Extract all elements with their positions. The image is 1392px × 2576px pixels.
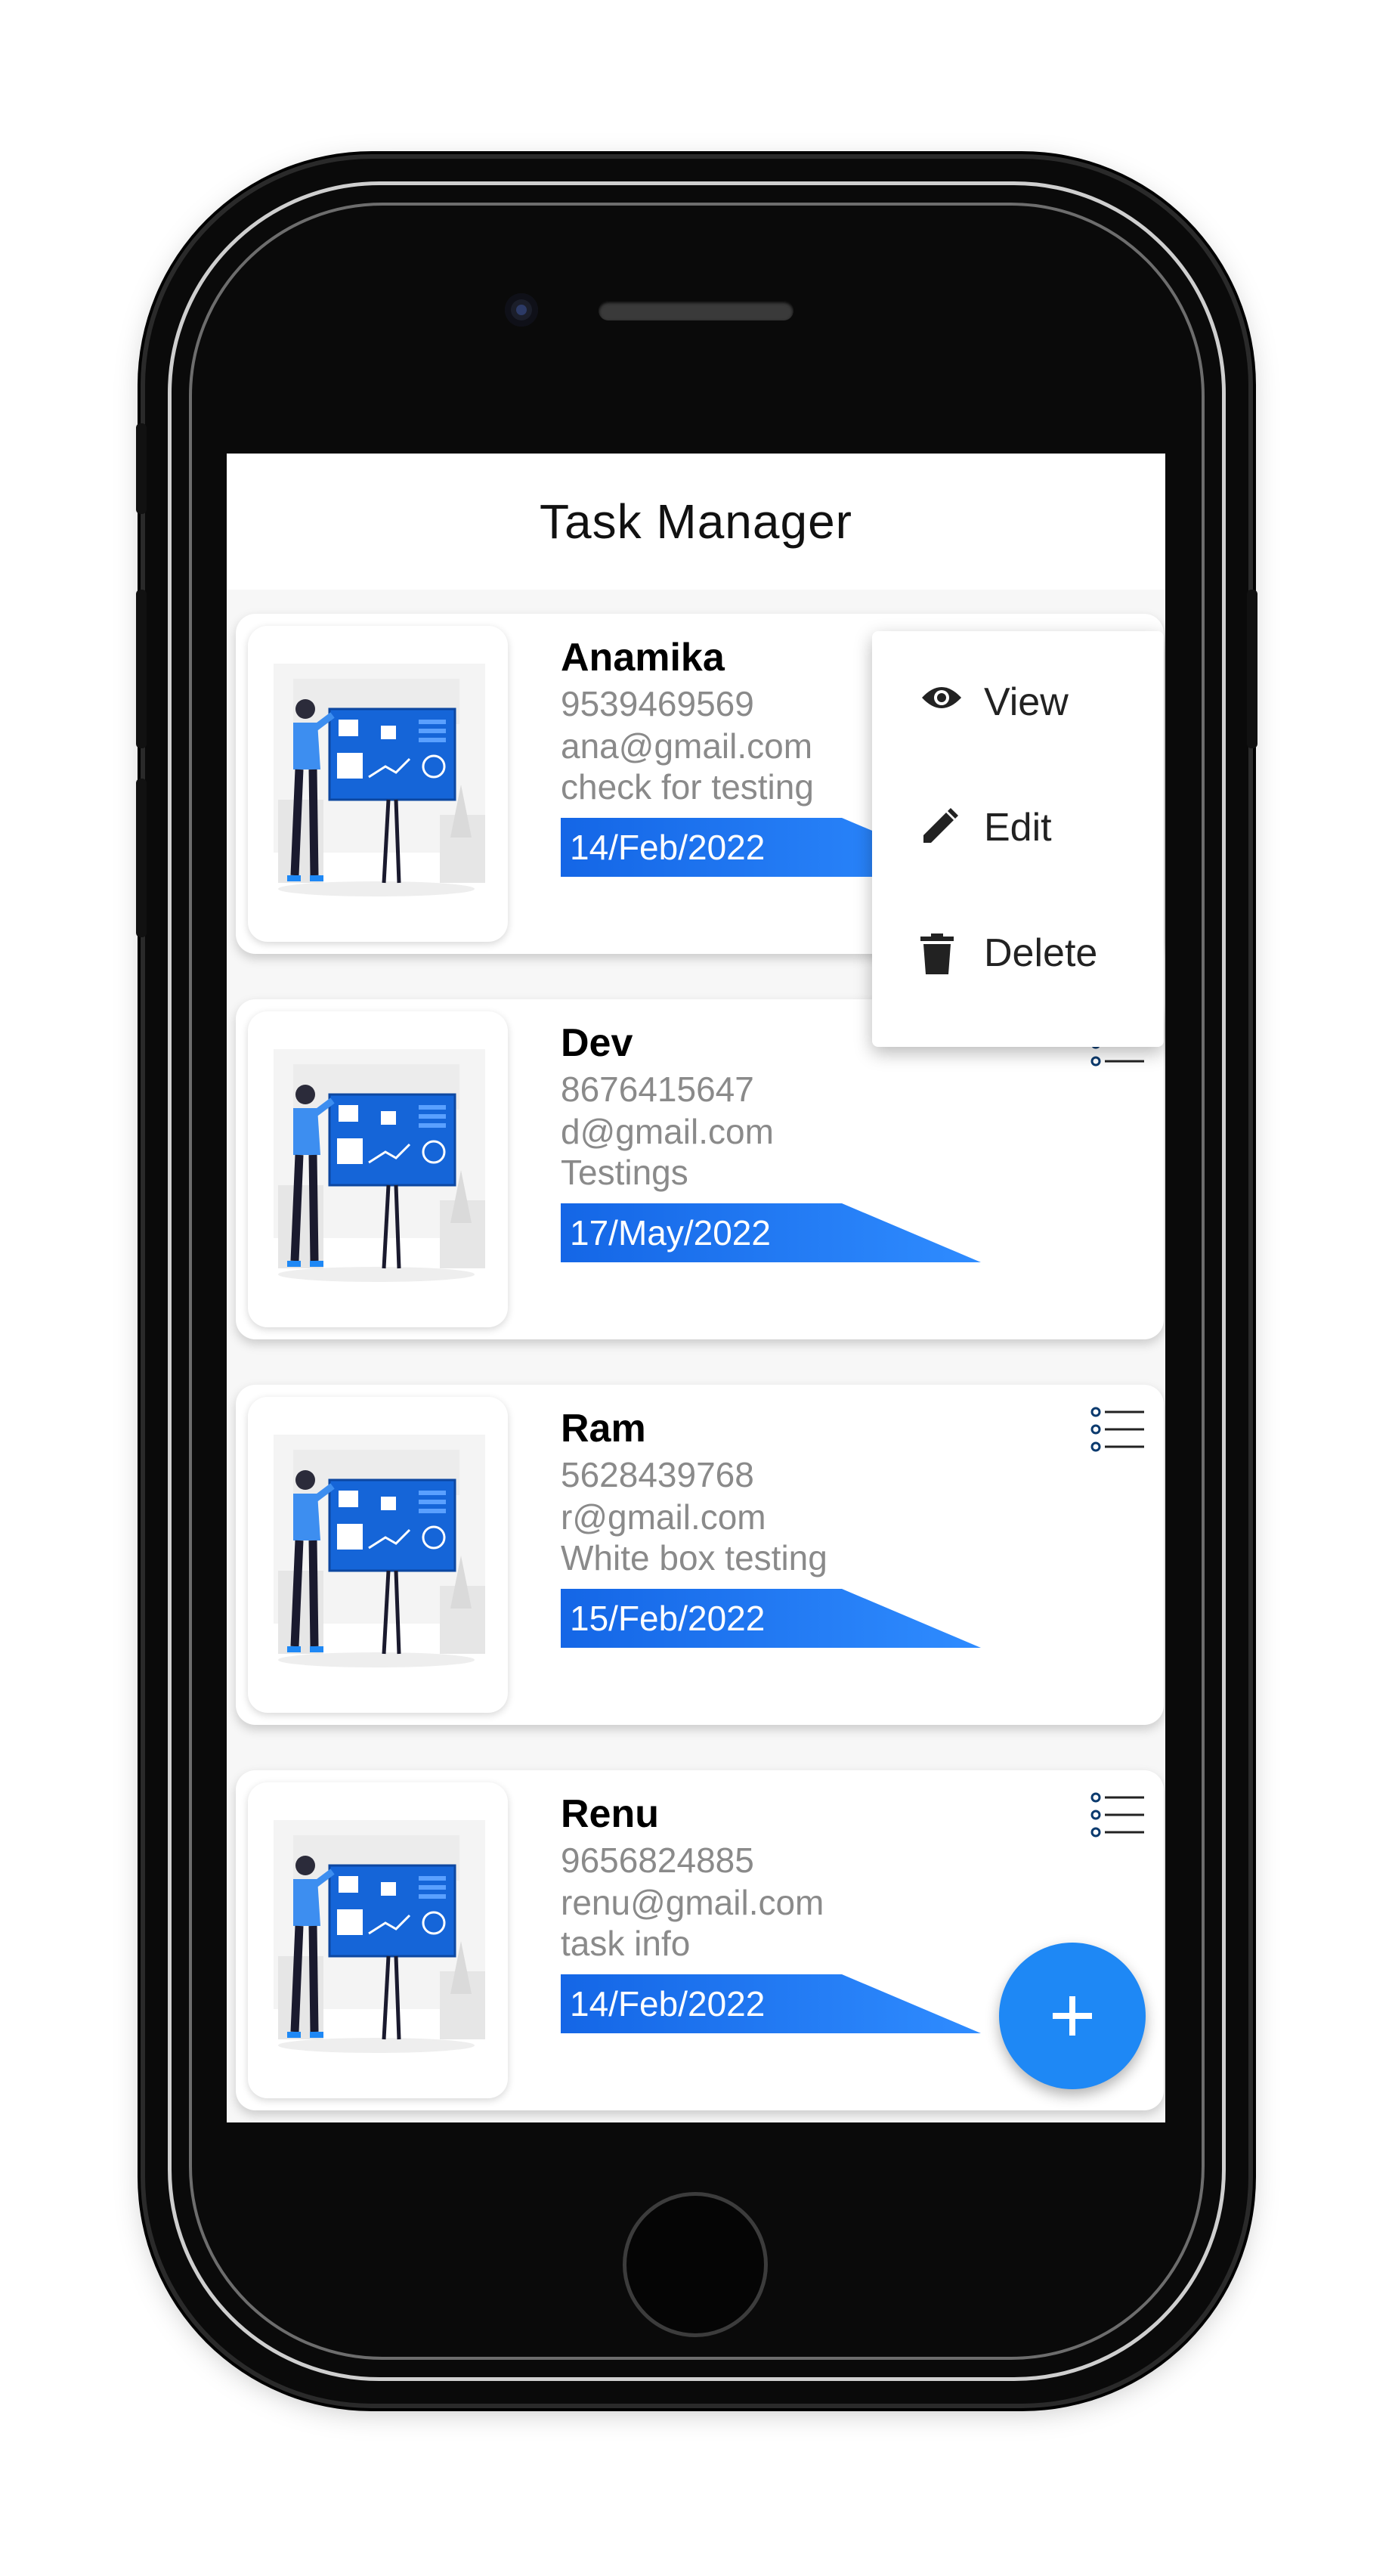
- task-email: r@gmail.com: [561, 1497, 766, 1537]
- task-date: 14/Feb/2022: [570, 1984, 766, 2023]
- earpiece-speaker: [599, 301, 793, 320]
- task-name: Ram: [561, 1407, 646, 1451]
- add-task-button[interactable]: [999, 1943, 1146, 2089]
- menu-label-view: View: [984, 680, 1069, 724]
- task-menu-button[interactable]: [1090, 1790, 1147, 1843]
- task-description: White box testing: [561, 1538, 827, 1577]
- pencil-icon: [923, 808, 958, 843]
- task-name: Anamika: [561, 636, 725, 680]
- task-menu-button[interactable]: [1090, 1404, 1147, 1457]
- task-date-badge: 15/Feb/2022: [561, 1589, 984, 1648]
- task-date-badge: 17/May/2022: [561, 1203, 984, 1262]
- task-date: 17/May/2022: [570, 1213, 771, 1252]
- task-name: Dev: [561, 1021, 633, 1065]
- task-phone: 9539469569: [561, 684, 754, 723]
- task-name: Renu: [561, 1792, 659, 1836]
- task-illustration: [248, 1397, 508, 1713]
- task-description: Testings: [561, 1153, 688, 1192]
- task-illustration: [248, 1782, 508, 2098]
- task-email: d@gmail.com: [561, 1112, 774, 1151]
- task-description: task info: [561, 1924, 691, 1963]
- phone-screen: Task Manager Anamika 9539469569 ana@gmai…: [227, 454, 1165, 2122]
- home-button[interactable]: [623, 2192, 768, 2337]
- volume-down-button: [136, 779, 147, 937]
- menu-label-edit: Edit: [984, 806, 1052, 850]
- list-menu-icon: [1090, 1407, 1147, 1460]
- power-button: [1247, 590, 1257, 748]
- task-card[interactable]: Dev 8676415647 d@gmail.com Testings 17/M…: [236, 999, 1164, 1339]
- list-menu-icon: [1090, 1021, 1147, 1075]
- task-card[interactable]: Ram 5628439768 r@gmail.com White box tes…: [236, 1385, 1164, 1725]
- task-date: 14/Feb/2022: [570, 828, 766, 867]
- plus-icon: [1053, 1996, 1092, 2036]
- menu-item-view[interactable]: View: [872, 645, 1164, 758]
- front-camera: [505, 293, 538, 327]
- task-date-badge: 14/Feb/2022: [561, 1974, 984, 2033]
- task-illustration: [248, 1011, 508, 1327]
- task-phone: 5628439768: [561, 1455, 754, 1494]
- task-phone: 9656824885: [561, 1841, 754, 1880]
- task-date: 15/Feb/2022: [570, 1599, 766, 1638]
- trash-icon: [920, 933, 954, 974]
- menu-item-edit[interactable]: Edit: [872, 770, 1164, 884]
- menu-label-delete: Delete: [984, 931, 1098, 975]
- app-bar: Task Manager: [227, 454, 1165, 590]
- task-email: renu@gmail.com: [561, 1883, 824, 1922]
- menu-item-delete[interactable]: Delete: [872, 896, 1164, 1009]
- eye-icon: [922, 687, 961, 708]
- task-description: check for testing: [561, 767, 814, 807]
- task-illustration: [248, 626, 508, 942]
- task-options-menu: View Edit Delete: [872, 631, 1164, 1047]
- volume-up-button: [136, 590, 147, 748]
- list-menu-icon: [1090, 1792, 1147, 1846]
- app-title: Task Manager: [540, 494, 852, 549]
- mute-switch: [136, 423, 147, 514]
- task-email: ana@gmail.com: [561, 726, 813, 766]
- task-phone: 8676415647: [561, 1070, 754, 1109]
